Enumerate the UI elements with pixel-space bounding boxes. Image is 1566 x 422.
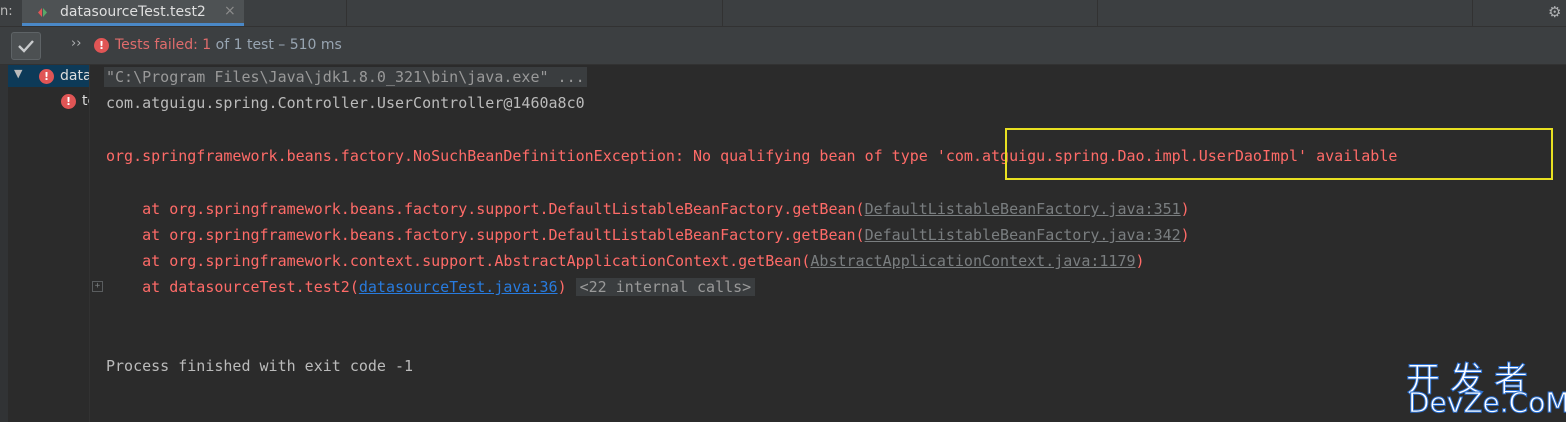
gear-icon[interactable]: ⚙ (1548, 3, 1561, 21)
controller-output: com.atguigu.spring.Controller.UserContro… (106, 94, 585, 112)
highlight-box (1005, 128, 1553, 180)
test-status-text: Tests failed: 1 of 1 test – 510 ms (115, 37, 342, 53)
error-icon: ! (61, 94, 76, 109)
stack-trace-line: at org.springframework.beans.factory.sup… (106, 199, 1190, 219)
tab-divider (1097, 0, 1098, 26)
process-finished-line: Process finished with exit code -1 (106, 357, 414, 375)
stack-frame: at org.springframework.context.support.A… (106, 252, 811, 270)
expand-fold-icon[interactable]: + (92, 281, 103, 292)
test-tree: ▼ ! datasourceTest ! test2 (0, 65, 90, 422)
error-icon: ! (94, 38, 109, 53)
tree-item-label: datasourceTest (60, 68, 89, 84)
test-status-bar: ›› ! Tests failed: 1 of 1 test – 510 ms (0, 27, 1566, 65)
source-link[interactable]: AbstractApplicationContext.java:1179 (810, 252, 1135, 270)
tree-item-label: test2 (82, 93, 89, 109)
close-icon[interactable]: × (224, 3, 236, 19)
stack-trace-line: at datasourceTest.test2(datasourceTest.j… (106, 277, 756, 297)
run-label: n: (0, 4, 13, 19)
tab-divider (722, 0, 723, 26)
failed-count: 1 (202, 37, 212, 53)
stack-frame-end: ) (1135, 252, 1145, 270)
stack-frame: at org.springframework.beans.factory.sup… (106, 226, 865, 244)
stack-trace-line: at org.springframework.beans.factory.sup… (106, 225, 1190, 245)
tab-divider (346, 0, 347, 26)
stack-frame-end: ) (1180, 226, 1190, 244)
tree-item-datasource-test[interactable]: ▼ ! datasourceTest (8, 65, 89, 87)
console-output[interactable]: "C:\Program Files\Java\jdk1.8.0_321\bin\… (90, 65, 1566, 422)
run-tab-bar: n: datasourceTest.test2 × ⚙ (0, 0, 1566, 27)
expand-arrows-icon[interactable]: ›› (71, 36, 81, 51)
tree-gutter (0, 65, 8, 422)
tests-failed-label: Tests failed: (115, 37, 198, 53)
tab-title: datasourceTest.test2 (60, 4, 206, 20)
stack-frame: at org.springframework.beans.factory.sup… (106, 200, 865, 218)
source-link[interactable]: datasourceTest.java:36 (359, 278, 558, 296)
tab-datasource-test2[interactable]: datasourceTest.test2 × (22, 0, 244, 26)
tree-item-test2[interactable]: ! test2 (8, 91, 89, 113)
watermark-logo: 开发者 DevZe.CoM (1406, 352, 1566, 420)
test-detail: of 1 test – 510 ms (215, 37, 342, 53)
watermark-en: DevZe.CoM (1408, 386, 1566, 420)
test-run-icon (38, 8, 47, 17)
command-line[interactable]: "C:\Program Files\Java\jdk1.8.0_321\bin\… (104, 67, 587, 87)
stack-trace-line: at org.springframework.context.support.A… (106, 251, 1145, 271)
error-icon: ! (39, 69, 54, 84)
stack-frame-end: ) (557, 278, 567, 296)
stack-frame-end: ) (1180, 200, 1190, 218)
stack-frame: at datasourceTest.test2( (106, 278, 359, 296)
chevron-down-icon[interactable]: ▼ (14, 67, 22, 80)
internal-calls-fold[interactable]: <22 internal calls> (575, 278, 756, 296)
source-link[interactable]: DefaultListableBeanFactory.java:342 (865, 226, 1181, 244)
source-link[interactable]: DefaultListableBeanFactory.java:351 (865, 200, 1181, 218)
show-passed-toggle[interactable] (11, 32, 41, 60)
checkmark-icon (18, 40, 34, 53)
tab-divider (1472, 0, 1473, 26)
